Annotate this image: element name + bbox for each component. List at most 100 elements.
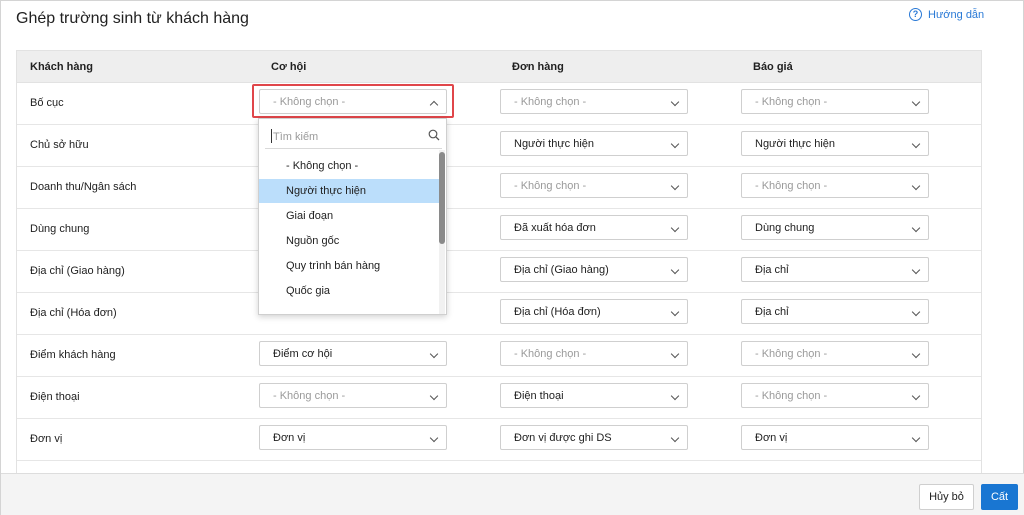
chevron-down-icon [670,349,680,359]
dropdown-search-input[interactable]: Tìm kiếm [265,123,442,149]
dropdown-option[interactable]: Nguồn gốc [259,229,441,253]
table-row: Doanh thu/Ngân sách - Không chọn - - Không… [17,167,981,209]
highlight-annotation [252,84,454,118]
search-icon [428,129,440,141]
bao-gia-select[interactable]: - Không chọn - [741,383,929,408]
select-value: Đơn vị [273,432,306,444]
chevron-down-icon [670,181,680,191]
chevron-down-icon [670,433,680,443]
bao-gia-select[interactable]: Đơn vị [741,425,929,450]
chevron-down-icon [911,223,921,233]
bao-gia-select[interactable]: Dùng chung [741,215,929,240]
bao-gia-select[interactable]: - Không chọn - [741,173,929,198]
select-value: - Không chọn - [514,180,587,192]
chevron-down-icon [911,349,921,359]
chevron-down-icon [911,265,921,275]
co-hoi-select[interactable]: Điểm cơ hội [259,341,447,366]
table-row: Bố cục - Không chọn -- Không chọn -- Khôn… [17,83,981,125]
chevron-down-icon [911,97,921,107]
select-value: - Không chọn - [514,96,587,108]
don-hang-select[interactable]: Đã xuất hóa đơn [500,215,688,240]
chevron-down-icon [429,391,439,401]
select-value: Địa chỉ [755,264,789,276]
select-value: Đơn vị được ghi DS [514,432,612,444]
bao-gia-select[interactable]: Người thực hiện [741,131,929,156]
row-label: Đơn vị [30,433,63,445]
table-row: Dùng chung Đã xuất hóa đơn Dùng chung [17,209,981,251]
select-value: - Không chọn - [514,348,587,360]
chevron-down-icon [911,139,921,149]
don-hang-select[interactable]: Địa chỉ (Giao hàng) [500,257,688,282]
dropdown-option[interactable]: Giai đoạn [259,204,441,228]
chevron-down-icon [670,223,680,233]
dialog-window: Ghép trường sinh từ khách hàng ? Hướng d… [0,0,1024,515]
chevron-down-icon [670,391,680,401]
row-label: Địa chỉ (Giao hàng) [30,265,125,277]
row-label: Điện thoại [30,391,80,403]
co-hoi-select[interactable]: Đơn vị [259,425,447,450]
help-link[interactable]: ? Hướng dẫn [909,8,984,21]
co-hoi-select[interactable]: - Không chọn - [259,383,447,408]
text-caret [271,129,272,143]
table-row: Chủ sở hữu Người thực hiện Người thực hiện [17,125,981,167]
select-value: Người thực hiện [755,138,836,150]
dialog-title: Ghép trường sinh từ khách hàng [16,10,249,27]
select-value: Điện thoại [514,390,564,402]
select-value: - Không chọn - [273,390,346,402]
table-row: Địa chỉ (Hóa đơn) Địa chỉ (Hóa đơn) Địa ch… [17,293,981,335]
select-value: Dùng chung [755,222,815,234]
dialog-footer: Hủy bỏ Cất [1,473,1024,515]
chevron-down-icon [911,433,921,443]
select-value: - Không chọn - [755,180,828,192]
bao-gia-select[interactable]: - Không chọn - [741,341,929,366]
header-bao-gia: Báo giá [753,61,793,73]
select-value: Địa chỉ (Giao hàng) [514,264,609,276]
chevron-down-icon [670,307,680,317]
bao-gia-select[interactable]: Địa chỉ [741,257,929,282]
dropdown-menu: Tìm kiếm - Không chọn - Người thực hiện Gi… [258,118,447,315]
bao-gia-select[interactable]: - Không chọn - [741,89,929,114]
select-value: Điểm cơ hội [273,348,333,360]
table-row: Đơn vị Đơn vị Đơn vị được ghi DS Đơn vị [17,419,981,461]
header-co-hoi: Cơ hội [271,61,307,73]
select-value: Người thực hiện [514,138,595,150]
dropdown-option[interactable]: Người thực hiện [259,179,441,203]
dropdown-search-placeholder: Tìm kiếm [273,131,319,143]
bao-gia-select[interactable]: Địa chỉ [741,299,929,324]
chevron-down-icon [670,265,680,275]
save-button[interactable]: Cất [981,484,1018,510]
chevron-down-icon [429,433,439,443]
header-khach-hang: Khách hàng [30,61,93,73]
header-don-hang: Đơn hàng [512,61,564,73]
table-row: Địa chỉ (Giao hàng) Địa chỉ (Giao hàng) Đị… [17,251,981,293]
question-icon: ? [909,8,922,21]
table-header: Khách hàng Cơ hội Đơn hàng Báo giá [17,50,981,83]
dropdown-option[interactable]: Quốc gia [259,279,441,303]
don-hang-select[interactable]: - Không chọn - [500,341,688,366]
don-hang-select[interactable]: Đơn vị được ghi DS [500,425,688,450]
dropdown-option[interactable]: - Không chọn - [259,154,441,178]
don-hang-select[interactable]: - Không chọn - [500,173,688,198]
don-hang-select[interactable]: - Không chọn - [500,89,688,114]
row-label: Chủ sở hữu [30,139,89,151]
row-label: Dùng chung [30,223,90,235]
table-row: Điện thoại - Không chọn - Điện thoại - Khôn… [17,377,981,419]
select-value: Địa chỉ [755,306,789,318]
select-value: Đơn vị [755,432,788,444]
don-hang-select[interactable]: Người thực hiện [500,131,688,156]
chevron-down-icon [911,391,921,401]
cancel-button[interactable]: Hủy bỏ [919,484,974,510]
chevron-down-icon [911,307,921,317]
table-row: Điểm khách hàng Điểm cơ hội - Không chọn -… [17,335,981,377]
chevron-down-icon [670,97,680,107]
don-hang-select[interactable]: Điện thoại [500,383,688,408]
dropdown-option[interactable]: Quy trình bán hàng [259,254,441,278]
row-label: Điểm khách hàng [30,349,116,361]
select-value: - Không chọn - [755,96,828,108]
select-value: Địa chỉ (Hóa đơn) [514,306,601,318]
dropdown-scrollbar-thumb[interactable] [439,152,445,244]
don-hang-select[interactable]: Địa chỉ (Hóa đơn) [500,299,688,324]
select-value: Đã xuất hóa đơn [514,222,596,234]
row-label: Bố cục [30,97,64,109]
chevron-down-icon [670,139,680,149]
